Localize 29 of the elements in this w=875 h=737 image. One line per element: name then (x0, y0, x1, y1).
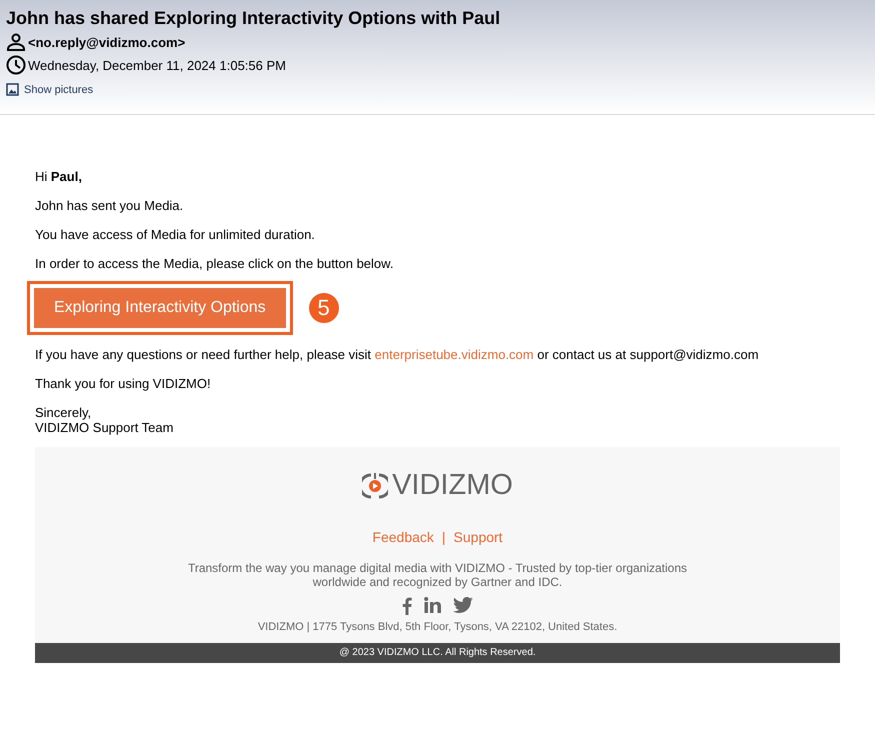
footer-link[interactable]: Feedback (372, 528, 434, 544)
footer-link[interactable]: Support (454, 528, 503, 544)
sender-address: <no.reply@vidizmo.com> (28, 34, 186, 50)
person-icon (6, 33, 26, 51)
email-subject: John has shared Exploring Interactivity Options with Paul (6, 8, 502, 29)
tagline: Transform the way you manage digital media with VIDIZMO - Trusted by top-tier organizations worldwide and recognized by Gartner and IDC. (186, 560, 688, 588)
clock-icon (6, 55, 26, 75)
copyright-bar: @ 2023 VIDIZMO LLC. All Rights Reserved. (35, 642, 840, 662)
open-media-button[interactable]: Exploring Interactivity Options (34, 288, 286, 328)
thanks-text: Thank you for using VIDIZMO! (35, 376, 212, 391)
body-text: In order to access the Media, please click on the button below. (35, 256, 394, 271)
linkedin-icon[interactable] (424, 596, 441, 612)
body-text: Hi Paul, (35, 169, 83, 184)
show-pictures-link[interactable]: Show pictures (6, 83, 869, 96)
sent-date: Wednesday, December 11, 2024 1:05:56 PM (28, 58, 286, 72)
signoff-line: VIDIZMO Support Team (35, 420, 174, 435)
signoff-line: Sincerely, (35, 405, 92, 420)
company-address: VIDIZMO | 1775 Tysons Blvd, 5th Floor, Tysons, VA 22102, United States. (256, 620, 618, 634)
body-text: John has sent you Media. (35, 198, 184, 213)
logo-wordmark: VIDIZMO (392, 469, 513, 502)
body-text: You have access of Media for unlimited duration. (35, 227, 316, 242)
link-separator: | (442, 528, 446, 544)
twitter-icon[interactable] (453, 596, 473, 612)
image-icon (6, 83, 19, 96)
facebook-icon[interactable] (402, 596, 412, 614)
step-number-badge: 5 (308, 293, 339, 323)
website-link[interactable]: enterprisetube.vidizmo.com (374, 347, 534, 362)
help-text: If you have any questions or need further help, please visit enterprisetube.vidizmo.com or contact us at support@vidizmo.com (35, 347, 760, 362)
logo-mark-icon (362, 472, 388, 500)
